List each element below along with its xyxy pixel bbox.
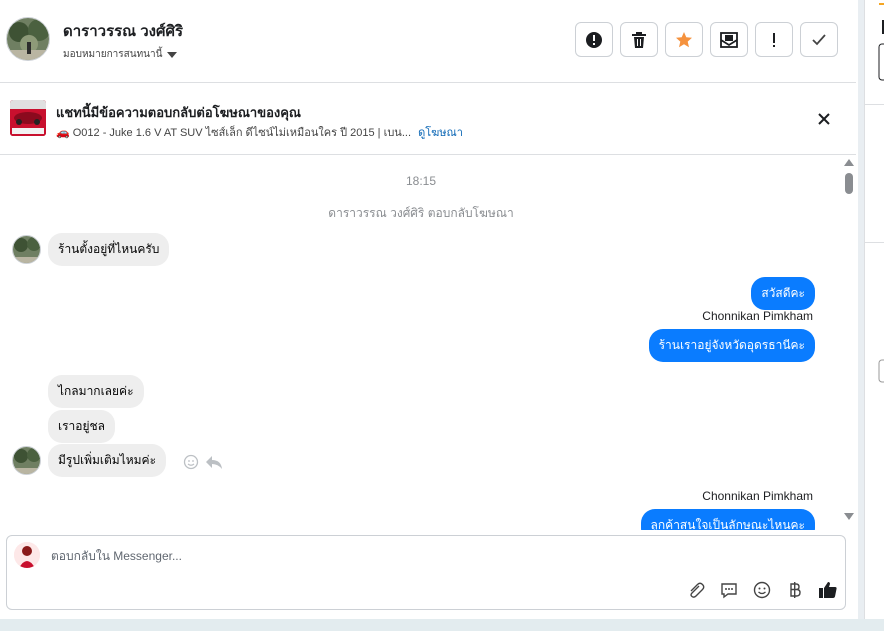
message-thread[interactable]: 18:15 ดาราวรรณ วงศ์ศิริ ตอบกลับโฆษณา ร้า…: [0, 156, 842, 530]
assign-label: มอบหมายการสนทนานี้: [63, 49, 163, 60]
contact-avatar[interactable]: [6, 17, 50, 61]
contact-name[interactable]: ดาราวรรณ วงศ์ศิริ: [63, 19, 183, 43]
conversation-header: ดาราวรรณ วงศ์ศิริ มอบหมายการสนทนานี้: [0, 0, 856, 83]
message-scrollbar[interactable]: [842, 156, 856, 526]
reply-input[interactable]: [51, 549, 551, 563]
window-bottom-strip: [0, 619, 884, 631]
exclamation-icon: [773, 32, 775, 47]
contact-avatar-small[interactable]: [12, 446, 41, 475]
outgoing-message[interactable]: ร้านเราอยู่จังหวัดอุดรธานีคะ: [648, 329, 815, 362]
scroll-up-arrow-icon[interactable]: [844, 159, 854, 166]
incoming-message[interactable]: ไกลมากเลยค่ะ: [48, 375, 144, 408]
paperclip-icon: [689, 582, 704, 598]
message-hover-tools: [183, 454, 223, 470]
conversation-panel: ดาราวรรณ วงศ์ศิริ มอบหมายการสนทนานี้ แชท…: [0, 0, 858, 631]
reply-composer: [6, 535, 846, 610]
envelope-icon: [720, 31, 738, 48]
smiley-icon: [753, 581, 770, 598]
baht-icon: [789, 581, 801, 598]
right-side-panel: [864, 0, 884, 631]
ad-reply-banner: แชทนี้มีข้อความตอบกลับต่อโฆษณาของคุณ 🚗 O…: [0, 84, 856, 155]
like-button[interactable]: [817, 579, 838, 600]
emoji-button[interactable]: [751, 579, 772, 600]
close-banner-button[interactable]: [815, 110, 833, 128]
system-note: ดาราวรรณ วงศ์ศิริ ตอบกลับโฆษณา: [328, 206, 514, 220]
incoming-message[interactable]: ร้านตั้งอยู่ที่ไหนครับ: [48, 233, 170, 266]
ad-thumbnail[interactable]: [10, 100, 46, 136]
comment-icon: [720, 582, 737, 598]
check-icon: [812, 33, 826, 45]
ad-summary: 🚗 O012 - Juke 1.6 V AT SUV ไซส์เล็ก ดีไซ…: [56, 127, 411, 139]
sender-name: Chonnikan Pimkham: [702, 489, 813, 503]
outgoing-message[interactable]: สวัสดีคะ: [751, 277, 815, 310]
close-icon: [818, 113, 830, 125]
page-avatar: [14, 542, 40, 568]
trash-icon: [632, 31, 646, 48]
react-smiley-icon[interactable]: [183, 454, 199, 470]
composer-tools: [685, 579, 838, 600]
mark-unread-button[interactable]: [710, 22, 748, 57]
delete-button[interactable]: [620, 22, 658, 57]
header-actions: [575, 22, 838, 57]
ad-summary-line: 🚗 O012 - Juke 1.6 V AT SUV ไซส์เล็ก ดีไซ…: [56, 123, 463, 141]
sender-name: Chonnikan Pimkham: [702, 309, 813, 323]
incoming-message[interactable]: เราอยู่ชล: [48, 410, 116, 443]
mark-done-button[interactable]: [800, 22, 838, 57]
star-button[interactable]: [665, 22, 703, 57]
follow-up-button[interactable]: [755, 22, 793, 57]
mark-spam-button[interactable]: [575, 22, 613, 57]
caret-down-icon: [167, 51, 178, 58]
thumbs-up-icon: [818, 581, 837, 598]
assign-conversation-dropdown[interactable]: มอบหมายการสนทนานี้: [63, 47, 178, 62]
view-ad-link[interactable]: ดูโฆษณา: [418, 127, 463, 139]
message-timestamp: 18:15: [405, 174, 437, 188]
ad-banner-title: แชทนี้มีข้อความตอบกลับต่อโฆษณาของคุณ: [56, 105, 301, 120]
scroll-thumb[interactable]: [845, 173, 853, 194]
scroll-down-arrow-icon[interactable]: [844, 513, 854, 520]
contact-avatar-small[interactable]: [12, 235, 41, 264]
alert-circle-icon: [586, 31, 602, 48]
star-icon: [676, 31, 692, 47]
outgoing-message[interactable]: ลูกค้าสนใจเป็นลักษณะไหนคะ: [640, 509, 815, 530]
incoming-message[interactable]: มีรูปเพิ่มเติมไหมค่ะ: [48, 444, 167, 477]
saved-replies-button[interactable]: [718, 579, 739, 600]
reply-icon[interactable]: [205, 454, 223, 470]
attach-button[interactable]: [685, 579, 706, 600]
payment-button[interactable]: [784, 579, 805, 600]
